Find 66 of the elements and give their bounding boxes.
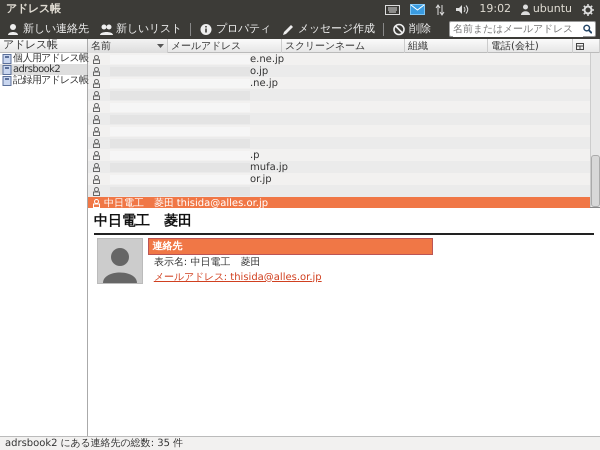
address-book-icon — [2, 76, 12, 86]
status-text: adrsbook2 にある連絡先の総数: 35 件 — [5, 436, 184, 450]
person-icon — [93, 54, 100, 64]
display-name: 表示名: 中日電工 菱田 — [154, 256, 262, 270]
speaker-icon[interactable] — [455, 4, 470, 15]
info-icon — [199, 22, 213, 36]
person-icon — [93, 162, 100, 172]
no-entry-icon — [392, 22, 406, 36]
email-address: or.jp — [250, 172, 272, 186]
sidebar-item[interactable]: adrsbook2 — [0, 64, 87, 75]
person-icon — [93, 174, 100, 184]
envelope-icon[interactable] — [410, 4, 426, 15]
contact-title: 中日電工 菱田 — [94, 211, 594, 235]
user-icon — [521, 4, 530, 15]
scrollbar-thumb[interactable] — [591, 155, 600, 207]
table-row[interactable]: e.ne.jp — [88, 53, 590, 65]
email-link[interactable]: メールアドレス: thisida@alles.or.jp — [154, 272, 322, 283]
person-icon — [93, 186, 100, 196]
contact-name: 中日電工 菱田 — [104, 196, 174, 210]
column-header[interactable]: スクリーンネーム — [285, 38, 365, 54]
person-icon — [93, 102, 100, 112]
person-icon — [93, 78, 100, 88]
sort-caret-icon[interactable] — [157, 44, 164, 48]
user-name[interactable]: ubuntu — [532, 1, 572, 18]
email-address: o.jp — [250, 64, 268, 78]
address-book-icon — [2, 64, 12, 74]
sidebar-item[interactable]: 個人用アドレス帳 — [0, 53, 87, 64]
email-address: e.ne.jp — [250, 52, 284, 66]
person-icon — [93, 138, 100, 148]
email-address: mufa.jp — [250, 160, 288, 174]
column-header[interactable]: 組織 — [408, 38, 428, 54]
scrollbar[interactable] — [590, 53, 600, 207]
table-row[interactable]: o.jp — [88, 65, 590, 77]
people-icon — [99, 22, 113, 36]
search-icon[interactable] — [582, 24, 592, 34]
section-header: 連絡先 — [148, 238, 434, 255]
person-icon — [93, 90, 100, 100]
person-icon — [93, 126, 100, 136]
up-down-arrows-icon[interactable] — [435, 4, 446, 16]
gear-icon[interactable] — [582, 4, 594, 16]
table-row[interactable]: .p — [88, 149, 590, 161]
toolbar-button[interactable]: メッセージ作成 — [279, 20, 377, 38]
person-icon — [93, 114, 100, 124]
toolbar-button[interactable]: プロパティ — [197, 20, 273, 38]
column-header[interactable]: メールアドレス — [171, 38, 241, 54]
search-field[interactable]: 名前またはメールアドレス — [449, 21, 596, 37]
column-picker-icon[interactable] — [576, 42, 584, 50]
email-address: thisida@alles.or.jp — [176, 196, 268, 210]
toolbar-button[interactable]: 新しいリスト — [97, 20, 184, 38]
column-header[interactable]: 電話(会社) — [491, 38, 539, 54]
address-book-icon — [2, 54, 12, 64]
keyboard-icon[interactable] — [385, 4, 400, 14]
sidebar-item[interactable]: 記録用アドレス帳 — [0, 75, 87, 86]
person-icon — [93, 150, 100, 160]
window-title: アドレス帳 — [6, 1, 61, 18]
table-row[interactable]: mufa.jp — [88, 161, 590, 173]
clock-time[interactable]: 19:02 — [479, 1, 512, 18]
toolbar-button[interactable]: 新しい連絡先 — [4, 20, 91, 38]
person-icon — [6, 22, 20, 36]
toolbar-button[interactable]: 削除 — [390, 20, 433, 38]
table-row[interactable]: .ne.jp — [88, 77, 590, 89]
pencil-icon — [281, 22, 295, 36]
person-icon — [93, 66, 100, 76]
table-row[interactable]: or.jp — [88, 173, 590, 185]
email-address: .p — [250, 148, 260, 162]
email-address: .ne.jp — [250, 76, 278, 90]
